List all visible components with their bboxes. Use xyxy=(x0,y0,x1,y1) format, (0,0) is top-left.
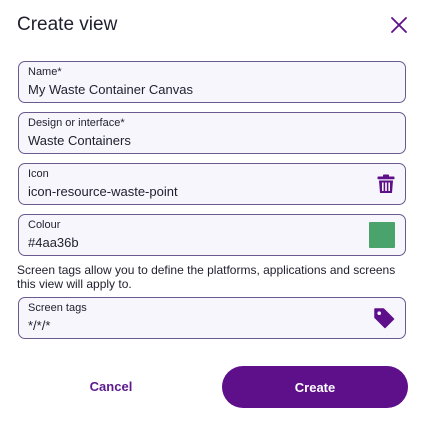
name-value[interactable]: My Waste Container Canvas xyxy=(28,82,365,98)
colour-swatch-button[interactable] xyxy=(369,222,395,248)
colour-field[interactable]: Colour #4aa36b xyxy=(18,214,406,256)
close-button[interactable] xyxy=(388,14,410,36)
close-icon xyxy=(391,17,407,33)
design-value[interactable]: Waste Containers xyxy=(28,133,365,149)
dialog-title: Create view xyxy=(17,14,118,35)
screen-tags-label: Screen tags xyxy=(28,302,87,314)
name-field[interactable]: Name* My Waste Container Canvas xyxy=(18,61,406,103)
colour-swatch xyxy=(369,222,395,248)
icon-label: Icon xyxy=(28,168,49,180)
create-button[interactable]: Create xyxy=(222,366,408,408)
name-label: Name* xyxy=(28,66,62,78)
screen-tags-hint: Screen tags allow you to define the plat… xyxy=(17,263,396,291)
trash-icon xyxy=(377,174,395,193)
icon-value[interactable]: icon-resource-waste-point xyxy=(28,184,365,200)
colour-value[interactable]: #4aa36b xyxy=(28,235,365,251)
screen-tags-field[interactable]: Screen tags */*/* xyxy=(18,297,406,339)
tag-button[interactable] xyxy=(373,307,395,329)
icon-field[interactable]: Icon icon-resource-waste-point xyxy=(18,163,406,205)
clear-icon-button[interactable] xyxy=(377,174,395,194)
tag-icon xyxy=(374,308,395,329)
cancel-button[interactable]: Cancel xyxy=(49,366,173,406)
screen-tags-value[interactable]: */*/* xyxy=(28,318,365,334)
colour-label: Colour xyxy=(28,219,61,231)
design-label: Design or interface* xyxy=(28,117,125,129)
create-view-dialog: Create view Name* My Waste Container Can… xyxy=(0,0,425,425)
design-field[interactable]: Design or interface* Waste Containers xyxy=(18,112,406,154)
